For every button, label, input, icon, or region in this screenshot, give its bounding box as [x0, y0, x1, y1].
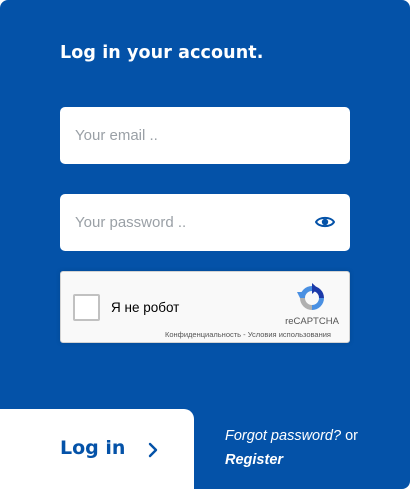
- recaptcha-logo-icon: [297, 283, 324, 310]
- chevron-right-icon: [148, 442, 158, 458]
- or-text: or: [345, 428, 358, 444]
- eye-icon[interactable]: [315, 214, 335, 230]
- recaptcha-brand: reCAPTCHA: [285, 316, 339, 327]
- recaptcha-links[interactable]: Конфиденциальность - Условия использован…: [165, 330, 331, 339]
- password-field-container: [60, 194, 350, 251]
- email-field-container: [60, 107, 350, 164]
- login-button-label: Log in: [60, 437, 126, 459]
- recaptcha-widget: Я не робот reCAPTCHA Конфиденциальность …: [60, 271, 350, 343]
- password-input[interactable]: [60, 194, 350, 251]
- login-panel: Log in your account. Я не робот reCAPTCH…: [0, 0, 410, 489]
- page-title: Log in your account.: [60, 43, 264, 63]
- register-link[interactable]: Register: [225, 452, 283, 468]
- login-button[interactable]: Log in: [0, 409, 194, 489]
- email-input[interactable]: [60, 107, 350, 164]
- forgot-password-link[interactable]: Forgot password?: [225, 428, 341, 444]
- recaptcha-checkbox[interactable]: [73, 294, 100, 321]
- recaptcha-label: Я не робот: [111, 300, 180, 315]
- forgot-password-line: Forgot password? or: [225, 428, 358, 444]
